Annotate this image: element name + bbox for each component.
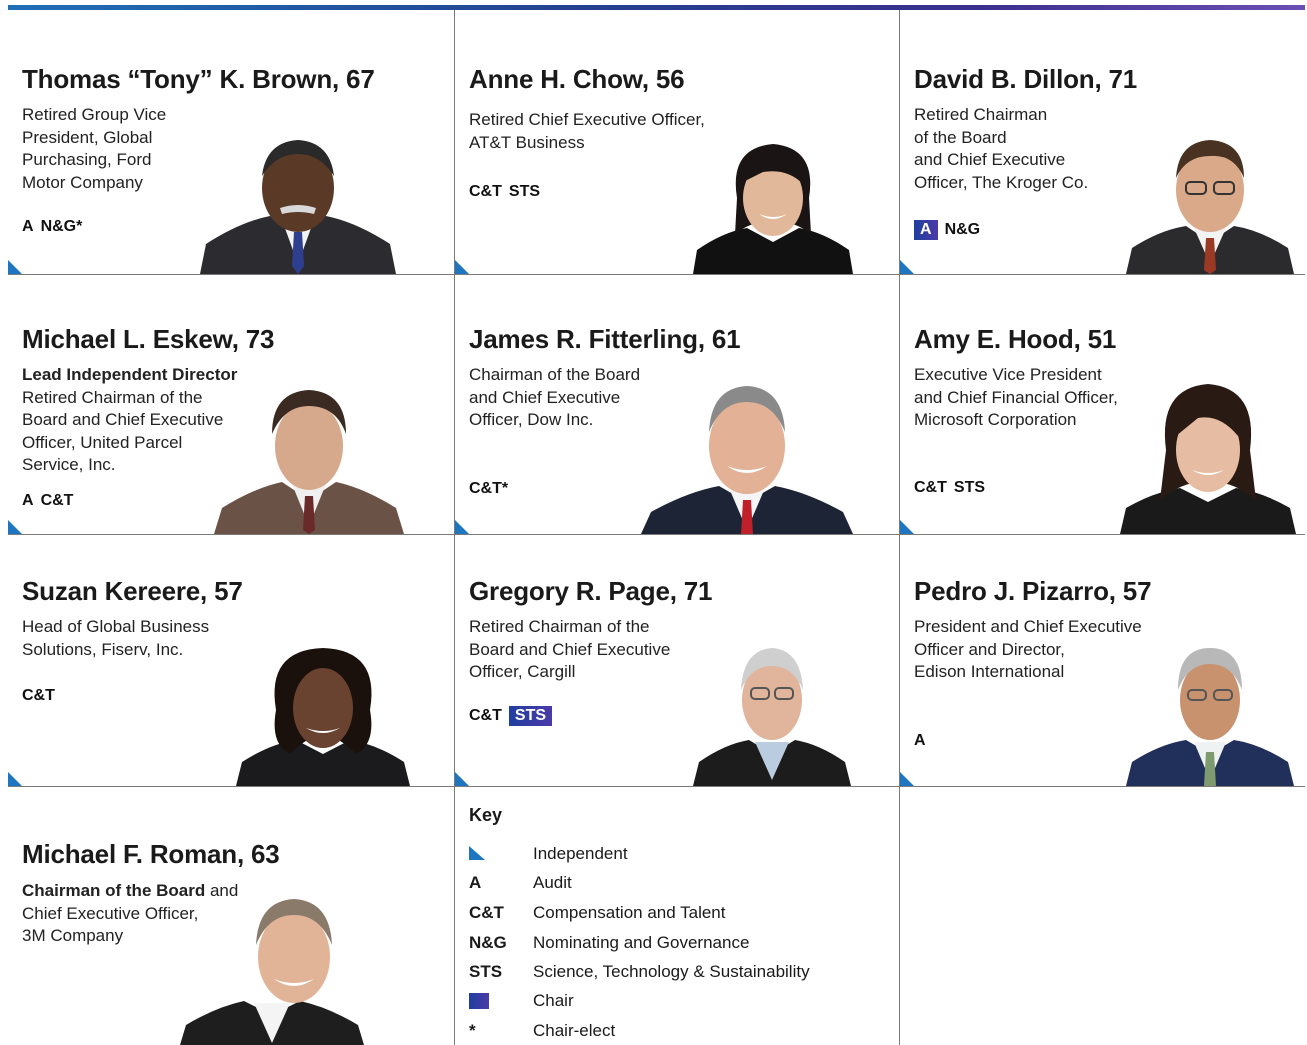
director-role: President and Chief Executive Officer an… xyxy=(914,617,1142,681)
committee-list: C&T STS xyxy=(469,183,541,200)
independent-marker xyxy=(900,772,914,786)
committee-list: A N&G* xyxy=(22,218,83,235)
chair-badge: A xyxy=(914,220,938,240)
director-card: Anne H. Chow, 56 Retired Chief Executive… xyxy=(455,10,899,274)
director-card: James R. Fitterling, 61 Chairman of the … xyxy=(455,275,899,534)
committee-list: C&T* xyxy=(469,480,509,497)
director-role: Retired Chairman of the Board and Chief … xyxy=(914,105,1089,192)
director-role: Lead Independent Director Retired Chairm… xyxy=(22,365,238,474)
committee-list: C&T STS xyxy=(469,706,559,726)
director-photo xyxy=(693,144,853,274)
director-photo xyxy=(641,386,853,534)
independent-marker xyxy=(455,260,469,274)
director-name: Thomas “Tony” K. Brown, 67 xyxy=(22,64,375,94)
key-panel: Key Independent A Audit C&T Compensation… xyxy=(469,805,810,1040)
chair-swatch-icon xyxy=(469,993,489,1009)
director-card: Thomas “Tony” K. Brown, 67 Retired Group… xyxy=(8,10,454,274)
director-role: Retired Chairman of the Board and Chief … xyxy=(469,617,671,681)
independent-marker xyxy=(900,260,914,274)
key-title: Key xyxy=(469,805,503,825)
director-card: Amy E. Hood, 51 Executive Vice President… xyxy=(900,275,1305,534)
director-photo xyxy=(1120,384,1296,534)
director-name: Pedro J. Pizarro, 57 xyxy=(914,576,1152,606)
director-photo xyxy=(236,648,410,786)
director-card: Gregory R. Page, 71 Retired Chairman of … xyxy=(455,535,899,786)
director-card: Pedro J. Pizarro, 57 President and Chief… xyxy=(900,535,1305,786)
chair-badge: STS xyxy=(508,706,553,726)
director-role: Chairman of the Board and Chief Executiv… xyxy=(469,365,641,429)
director-photo xyxy=(214,390,404,534)
director-name: Anne H. Chow, 56 xyxy=(469,64,685,94)
director-role: Head of Global Business Solutions, Fiser… xyxy=(22,617,210,659)
independent-marker xyxy=(900,520,914,534)
director-role: Executive Vice President and Chief Finan… xyxy=(914,365,1118,429)
director-card: Michael L. Eskew, 73 Lead Independent Di… xyxy=(8,275,454,534)
director-role: Retired Group Vice President, Global Pur… xyxy=(22,105,167,192)
director-name: Amy E. Hood, 51 xyxy=(914,324,1117,354)
independent-marker xyxy=(8,260,22,274)
director-name: James R. Fitterling, 61 xyxy=(469,324,741,354)
director-photo xyxy=(1126,140,1294,274)
committee-list: C&T STS xyxy=(914,479,986,496)
committee-list: A N&G xyxy=(914,220,987,240)
director-photo xyxy=(1126,648,1294,786)
director-card: Michael F. Roman, 63 Chairman of the Boa… xyxy=(8,787,454,1045)
independent-marker xyxy=(455,520,469,534)
director-name: David B. Dillon, 71 xyxy=(914,64,1138,94)
committee-list: A xyxy=(914,732,926,749)
director-photo xyxy=(200,140,396,274)
director-name: Michael F. Roman, 63 xyxy=(22,839,280,869)
director-name: Gregory R. Page, 71 xyxy=(469,576,713,606)
independent-marker xyxy=(8,772,22,786)
director-card: Suzan Kereere, 57 Head of Global Busines… xyxy=(8,535,454,786)
director-name: Michael L. Eskew, 73 xyxy=(22,324,275,354)
committee-list: A C&T xyxy=(22,492,74,509)
director-name: Suzan Kereere, 57 xyxy=(22,576,243,606)
director-card: David B. Dillon, 71 Retired Chairman of … xyxy=(900,10,1305,274)
director-photo xyxy=(180,899,364,1045)
director-role: Retired Chief Executive Officer, AT&T Bu… xyxy=(469,110,705,152)
independent-marker xyxy=(8,520,22,534)
independent-icon xyxy=(469,846,485,860)
committee-list: C&T xyxy=(22,687,55,704)
director-photo xyxy=(693,648,851,786)
independent-marker xyxy=(455,772,469,786)
